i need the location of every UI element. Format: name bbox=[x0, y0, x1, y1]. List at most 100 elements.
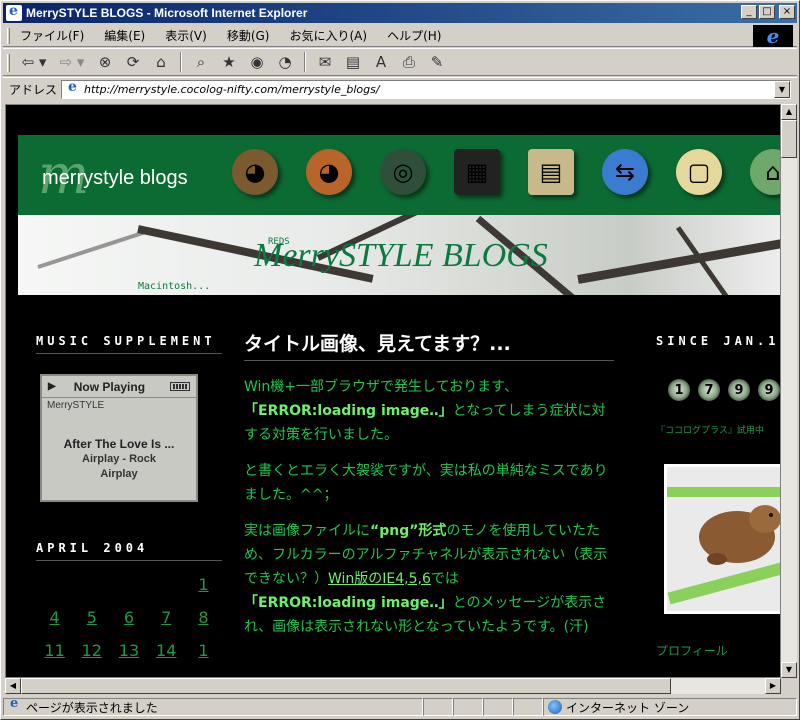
back-arrow-icon: ⇦ ▾ bbox=[21, 53, 47, 71]
main-content: タイトル画像、見えてます？... Win機+一部ブラウザで発生しております、 「… bbox=[244, 329, 614, 651]
page-done-icon bbox=[8, 696, 22, 714]
standard-toolbar: ⇦ ▾ ⇨ ▾ ⊗ ⟳ ⌂ ⌕ ★ ◉ ◔ ✉ ▤ A ⎙ ✎ bbox=[3, 48, 797, 76]
toolbar-grip[interactable] bbox=[7, 28, 10, 44]
history-button[interactable]: ◔ bbox=[273, 51, 297, 73]
calendar-day-link[interactable]: 6 bbox=[110, 608, 147, 627]
address-input[interactable]: http://merrystyle.cocolog-nifty.com/merr… bbox=[61, 79, 791, 99]
player-album: Airplay bbox=[100, 468, 138, 480]
calendar-day-link[interactable]: 7 bbox=[148, 608, 185, 627]
scroll-left-button[interactable]: ◀ bbox=[5, 678, 21, 694]
horizontal-scroll-thumb[interactable] bbox=[21, 678, 671, 694]
menu-edit[interactable]: 編集(E) bbox=[101, 25, 148, 46]
battery-icon bbox=[170, 382, 190, 391]
back-button[interactable]: ⇦ ▾ bbox=[17, 51, 51, 73]
counter-digit: 9 bbox=[728, 379, 750, 401]
since-heading: SINCE JAN.17,2004 bbox=[656, 334, 780, 348]
scroll-right-button[interactable]: ▶ bbox=[765, 678, 781, 694]
favorites-button[interactable]: ★ bbox=[217, 51, 241, 73]
logo-text: merrystyle blogs bbox=[42, 167, 188, 189]
calendar-day-link[interactable]: 1 bbox=[185, 641, 222, 660]
music-heading: MUSIC SUPPLEMENT bbox=[36, 333, 222, 354]
document-icon[interactable]: ▢ bbox=[676, 149, 722, 195]
address-dropdown-button[interactable]: ▼ bbox=[774, 81, 790, 98]
calendar-row: 4 5 6 7 8 bbox=[36, 608, 222, 627]
calendar-day-link[interactable]: 13 bbox=[110, 641, 147, 660]
discuss-button[interactable]: ✎ bbox=[425, 51, 449, 73]
ie-version-link[interactable]: Win版のIE4,5,6 bbox=[328, 571, 431, 587]
font-icon: A bbox=[375, 53, 387, 71]
counter-digit: 9 bbox=[758, 379, 780, 401]
stop-button[interactable]: ⊗ bbox=[93, 51, 117, 73]
home-icon: ⌂ bbox=[156, 53, 166, 71]
scroll-down-button[interactable]: ▼ bbox=[781, 662, 797, 678]
scroll-up-button[interactable]: ▲ bbox=[781, 104, 797, 120]
mail-icon: ✉ bbox=[318, 53, 332, 71]
profile-photo[interactable] bbox=[664, 464, 780, 614]
menu-favorites[interactable]: お気に入り(A) bbox=[286, 25, 370, 46]
ie-throbber-logo: e bbox=[753, 24, 793, 48]
edit-button[interactable]: ▤ bbox=[341, 51, 365, 73]
calendar-day-link[interactable]: 14 bbox=[148, 641, 185, 660]
search-button[interactable]: ⌕ bbox=[189, 51, 213, 73]
vertical-scrollbar[interactable]: ▲ ▼ bbox=[781, 104, 797, 678]
cocolog-plus-link[interactable]: 『ココログプラス』試用中 bbox=[656, 423, 780, 436]
calendar-day-link[interactable]: 11 bbox=[36, 641, 73, 660]
calendar-day-link[interactable]: 5 bbox=[73, 608, 110, 627]
browser-window: MerrySTYLE BLOGS - Microsoft Internet Ex… bbox=[0, 0, 800, 720]
address-url[interactable]: http://merrystyle.cocolog-nifty.com/merr… bbox=[84, 83, 380, 96]
player-track: After The Love Is ... bbox=[63, 437, 175, 451]
media-icon: ◉ bbox=[250, 53, 264, 71]
calendar-heading: APRIL 2004 bbox=[36, 540, 222, 561]
maximize-button[interactable]: □ bbox=[759, 5, 775, 19]
title-bar: MerrySTYLE BLOGS - Microsoft Internet Ex… bbox=[3, 3, 797, 23]
home-nav-icon[interactable]: ⌂ bbox=[750, 149, 780, 195]
print-button[interactable]: ⎙ bbox=[397, 51, 421, 73]
post-title[interactable]: タイトル画像、見えてます？... bbox=[244, 329, 614, 361]
calendar-day-link[interactable]: 12 bbox=[73, 641, 110, 660]
camera-icon[interactable]: ◎ bbox=[380, 149, 426, 195]
home-button[interactable]: ⌂ bbox=[149, 51, 173, 73]
mail-button[interactable]: ✉ bbox=[313, 51, 337, 73]
minimize-button[interactable]: _ bbox=[741, 5, 757, 19]
exchange-icon[interactable]: ⇆ bbox=[602, 149, 648, 195]
security-zone-pane: インターネット ゾーン bbox=[543, 698, 797, 716]
refresh-button[interactable]: ⟳ bbox=[121, 51, 145, 73]
site-logo[interactable]: m merrystyle blogs bbox=[38, 145, 208, 205]
film-icon[interactable]: ▦ bbox=[454, 149, 500, 195]
page-icon bbox=[65, 79, 81, 97]
left-sidebar: MUSIC SUPPLEMENT ▶ Now Playing MerrySTYL… bbox=[36, 333, 222, 660]
calendar-day bbox=[110, 575, 147, 594]
toolbar-grip[interactable] bbox=[7, 54, 10, 72]
zone-text: インターネット ゾーン bbox=[566, 700, 690, 715]
address-label: アドレス bbox=[9, 83, 58, 97]
profile-link[interactable]: プロフィール bbox=[656, 642, 780, 659]
calendar-day-link[interactable]: 8 bbox=[185, 608, 222, 627]
font-button[interactable]: A bbox=[369, 51, 393, 73]
menu-file[interactable]: ファイル(F) bbox=[17, 25, 87, 46]
vertical-scroll-thumb[interactable] bbox=[781, 120, 797, 158]
calendar-row: 11 12 13 14 1 bbox=[36, 641, 222, 660]
menu-go[interactable]: 移動(G) bbox=[224, 25, 273, 46]
calendar-day-link[interactable]: 4 bbox=[36, 608, 73, 627]
site-banner: m merrystyle blogs ◕ ◕ ◎ ▦ ▤ ⇆ ▢ ⌂ bbox=[18, 135, 780, 215]
menu-bar: ファイル(F) 編集(E) 表示(V) 移動(G) お気に入り(A) ヘルプ(H… bbox=[3, 25, 797, 47]
menu-view[interactable]: 表示(V) bbox=[162, 25, 210, 46]
player-artist: Airplay - Rock bbox=[82, 453, 156, 465]
menu-help[interactable]: ヘルプ(H) bbox=[384, 25, 444, 46]
window-title: MerrySTYLE BLOGS - Microsoft Internet Ex… bbox=[26, 6, 308, 20]
player-subtitle: MerrySTYLE bbox=[47, 400, 105, 411]
media-button[interactable]: ◉ bbox=[245, 51, 269, 73]
otter-icon[interactable]: ◕ bbox=[232, 149, 278, 195]
monkey-icon[interactable]: ◕ bbox=[306, 149, 352, 195]
forward-button[interactable]: ⇨ ▾ bbox=[55, 51, 89, 73]
history-icon: ◔ bbox=[278, 53, 292, 71]
post-body: Win機+一部ブラウザで発生しております、 「ERROR:loading ima… bbox=[244, 379, 608, 635]
horizontal-scrollbar[interactable]: ◀ ▶ bbox=[5, 678, 781, 694]
close-button[interactable]: × bbox=[779, 5, 795, 19]
now-playing-widget[interactable]: ▶ Now Playing MerrySTYLE After The Love … bbox=[40, 374, 198, 502]
calendar-day-link[interactable]: 1 bbox=[185, 575, 222, 594]
print-icon: ⎙ bbox=[402, 53, 415, 71]
status-text-pane: ページが表示されました bbox=[3, 696, 423, 716]
clipboard-icon[interactable]: ▤ bbox=[528, 149, 574, 195]
notepad-icon: ✎ bbox=[430, 53, 444, 71]
